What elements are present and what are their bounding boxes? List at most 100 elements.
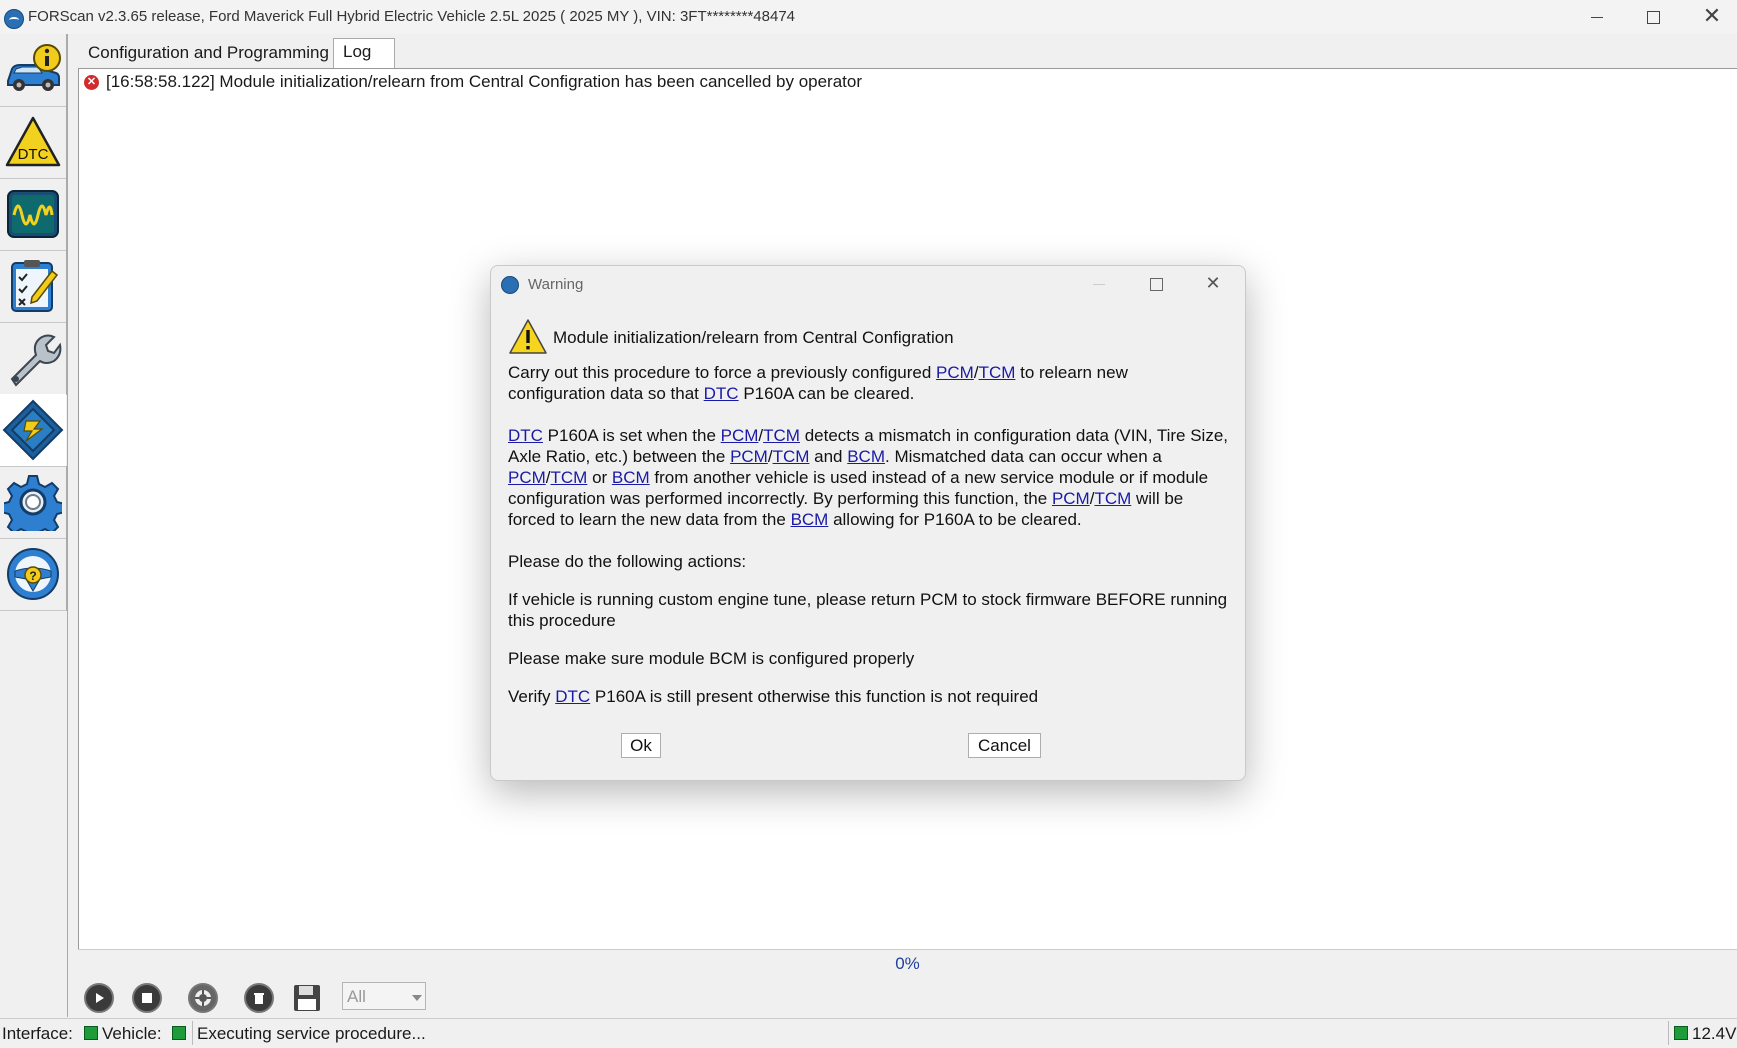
clear-log-button[interactable]	[240, 980, 278, 1016]
sidebar: DTC ?	[0, 34, 68, 1017]
bcm-link[interactable]: BCM	[791, 510, 829, 529]
start-button[interactable]	[80, 980, 118, 1016]
play-icon	[84, 983, 114, 1013]
trash-icon	[244, 983, 274, 1013]
dialog-heading-row: Module initialization/relearn from Centr…	[508, 318, 1228, 356]
pcm-link[interactable]: PCM	[936, 363, 974, 382]
tcm-link[interactable]: TCM	[1094, 489, 1131, 508]
bcm-link[interactable]: BCM	[847, 447, 885, 466]
dialog-paragraph-3: Please do the following actions:	[508, 552, 747, 571]
dialog-paragraph-4: If vehicle is running custom engine tune…	[508, 590, 1228, 630]
tcm-link[interactable]: TCM	[773, 447, 810, 466]
checklist-icon	[11, 260, 59, 312]
text: P160A is set when the	[542, 426, 721, 445]
warning-dialog: Warning ✕ Module initialization/relearn …	[490, 265, 1246, 781]
bcm-link[interactable]: BCM	[612, 468, 650, 487]
text: Carry out this procedure to force a prev…	[508, 363, 937, 382]
tcm-link[interactable]: TCM	[763, 426, 800, 445]
help-button[interactable]	[184, 980, 222, 1016]
pcm-link[interactable]: PCM	[730, 447, 768, 466]
text: or	[587, 468, 612, 487]
save-log-button[interactable]	[288, 980, 326, 1016]
sidebar-item-configuration-programming[interactable]	[0, 394, 66, 467]
warning-icon	[509, 319, 547, 354]
close-window-button[interactable]: ✕	[1683, 2, 1737, 32]
help-steering-wheel-icon: ?	[7, 548, 59, 600]
pcm-link[interactable]: PCM	[1052, 489, 1090, 508]
maximize-button[interactable]	[1624, 2, 1682, 32]
stop-button[interactable]	[128, 980, 166, 1016]
stop-icon	[132, 983, 162, 1013]
log-filter-select[interactable]: All	[342, 982, 426, 1010]
title-bar: FORScan v2.3.65 release, Ford Maverick F…	[0, 0, 1737, 34]
maximize-icon	[1646, 10, 1660, 24]
pcm-link[interactable]: PCM	[721, 426, 759, 445]
vehicle-indicator	[172, 1026, 187, 1040]
chevron-down-icon	[412, 995, 422, 1001]
tcm-link[interactable]: TCM	[551, 468, 588, 487]
text: P160A is still present otherwise this fu…	[590, 687, 1039, 706]
minimize-icon	[1591, 16, 1603, 18]
dialog-close-button[interactable]: ✕	[1191, 270, 1235, 298]
vehicle-info-icon	[7, 44, 61, 91]
ok-button[interactable]: Ok	[621, 733, 661, 758]
sidebar-item-tests[interactable]	[0, 250, 67, 323]
text: P160A can be cleared.	[738, 384, 915, 403]
sidebar-item-vehicle-info[interactable]	[0, 34, 67, 107]
maximize-icon	[1149, 277, 1163, 291]
close-icon: ✕	[1205, 273, 1221, 294]
dialog-title: Warning	[528, 276, 584, 293]
forscan-app-icon	[4, 9, 24, 29]
voltage-value: 12.4V	[1692, 1024, 1737, 1043]
chip-programming-icon	[2, 399, 64, 461]
minimize-icon	[1093, 283, 1105, 285]
interface-indicator	[83, 1026, 98, 1040]
gear-icon	[4, 475, 62, 531]
interface-status: Interface:	[2, 1024, 98, 1044]
dialog-paragraph-5: Please make sure module BCM is configure…	[508, 649, 915, 668]
text: and	[809, 447, 848, 466]
tab-log[interactable]: Log	[333, 38, 395, 68]
dialog-title-bar: Warning ✕	[491, 266, 1245, 302]
cancel-button[interactable]: Cancel	[968, 733, 1041, 758]
dtc-link[interactable]: DTC	[704, 384, 739, 403]
oscilloscope-icon	[7, 190, 59, 238]
sidebar-item-dtc[interactable]: DTC	[0, 106, 67, 179]
interface-label: Interface:	[2, 1024, 73, 1043]
dtc-link[interactable]: DTC	[555, 687, 590, 706]
sidebar-item-settings[interactable]	[0, 466, 67, 539]
text: Verify	[508, 687, 556, 706]
dialog-paragraph-1: Carry out this procedure to force a prev…	[508, 362, 1228, 404]
minimize-button[interactable]	[1568, 2, 1626, 32]
tcm-link[interactable]: TCM	[979, 363, 1016, 382]
log-entry-text: [16:58:58.122] Module initialization/rel…	[106, 72, 863, 91]
status-divider	[192, 1021, 193, 1045]
dialog-paragraph-6: Verify DTC P160A is still present otherw…	[508, 686, 1228, 707]
progress-label: 0%	[895, 954, 920, 973]
status-message: Executing service procedure...	[197, 1024, 426, 1043]
floppy-disk-icon	[294, 985, 320, 1011]
battery-voltage: 12.4V	[1674, 1024, 1736, 1044]
dtc-warning-icon: DTC	[5, 116, 61, 167]
sidebar-divider	[67, 34, 68, 1017]
lifebuoy-help-icon	[188, 983, 218, 1013]
dialog-body: Module initialization/relearn from Centr…	[508, 318, 1228, 707]
svg-text:?: ?	[29, 569, 36, 583]
pcm-link[interactable]: PCM	[508, 468, 546, 487]
sidebar-item-help[interactable]: ?	[0, 538, 67, 611]
dialog-heading: Module initialization/relearn from Centr…	[553, 327, 954, 347]
wrench-icon	[10, 334, 62, 387]
vehicle-status: Vehicle:	[102, 1024, 187, 1044]
log-entry: ✕ [16:58:58.122] Module initialization/r…	[84, 72, 862, 92]
log-filter-value: All	[347, 987, 366, 1006]
sidebar-item-oscilloscope[interactable]	[0, 178, 67, 251]
sidebar-item-service-functions[interactable]	[0, 322, 67, 395]
vehicle-label: Vehicle:	[102, 1024, 162, 1043]
dialog-maximize-button[interactable]	[1134, 270, 1178, 298]
dtc-link[interactable]: DTC	[508, 426, 543, 445]
tab-configuration-and-programming[interactable]: Configuration and Programming	[79, 40, 329, 66]
window-title: FORScan v2.3.65 release, Ford Maverick F…	[28, 8, 796, 25]
status-bar: Interface: Vehicle: Executing service pr…	[0, 1018, 1737, 1048]
text: . Mismatched data can occur when a	[885, 447, 1162, 466]
dialog-minimize-button[interactable]	[1077, 270, 1121, 298]
